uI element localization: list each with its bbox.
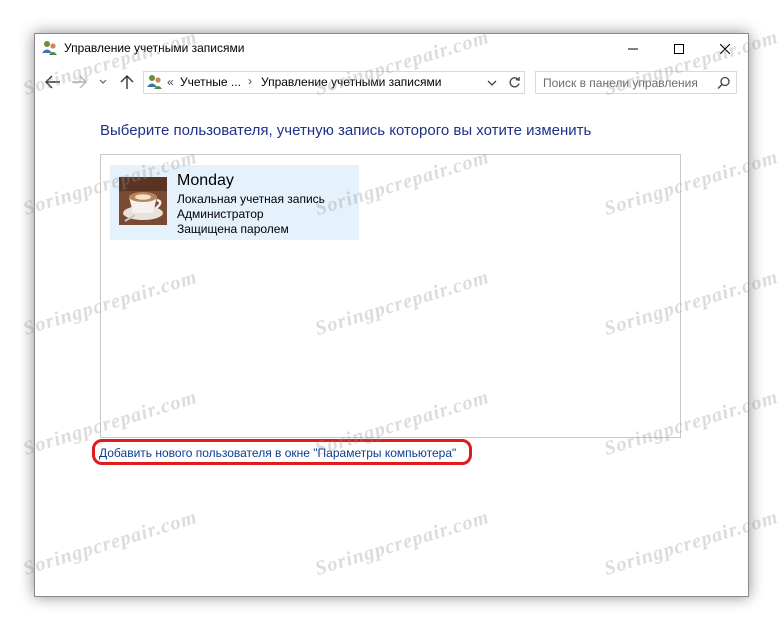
user-avatar [119, 177, 167, 225]
arrow-up-icon [120, 75, 134, 89]
user-account-type: Локальная учетная запись [177, 192, 325, 206]
arrow-right-icon [72, 75, 87, 89]
navigation-bar: « Учетные ... › Управление учетными запи… [35, 67, 748, 97]
breadcrumb-user-accounts[interactable]: Учетные ... [180, 75, 241, 89]
user-role: Администратор [177, 207, 264, 221]
user-accounts-icon [41, 40, 59, 56]
minimize-button[interactable] [610, 34, 656, 64]
address-dropdown-button[interactable] [485, 76, 499, 90]
breadcrumb-overflow[interactable]: « [167, 75, 174, 89]
close-button[interactable] [702, 34, 748, 64]
coffee-cup-picture [119, 177, 167, 225]
maximize-button[interactable] [656, 34, 702, 64]
recent-locations-button[interactable] [95, 71, 111, 93]
search-box [535, 71, 737, 94]
user-name: Monday [177, 172, 234, 189]
breadcrumb-manage-accounts[interactable]: Управление учетными записями [261, 75, 441, 89]
address-bar[interactable]: « Учетные ... › Управление учетными запи… [143, 71, 505, 94]
arrow-left-icon [45, 75, 60, 89]
control-panel-window: Управление учетными записями « Учетные .… [34, 33, 749, 597]
refresh-button[interactable] [504, 71, 525, 94]
chevron-down-icon [99, 79, 107, 84]
up-button[interactable] [115, 71, 139, 93]
window-title: Управление учетными записями [64, 41, 245, 55]
title-bar: Управление учетными записями [35, 34, 748, 64]
user-accounts-icon [146, 74, 164, 90]
minimize-icon [628, 48, 638, 50]
chevron-down-icon [487, 80, 497, 86]
search-icon[interactable] [717, 76, 731, 90]
page-heading: Выберите пользователя, учетную запись ко… [100, 122, 592, 139]
breadcrumb-separator[interactable]: › [248, 74, 252, 88]
back-button[interactable] [41, 71, 65, 93]
user-tile-monday[interactable]: Monday Локальная учетная запись Админист… [110, 165, 359, 240]
close-icon [720, 44, 730, 54]
search-input[interactable] [536, 72, 718, 93]
add-new-user-link[interactable]: Добавить нового пользователя в окне "Пар… [99, 446, 456, 460]
user-accounts-list: Monday Локальная учетная запись Админист… [100, 154, 681, 438]
refresh-icon [509, 76, 520, 88]
maximize-icon [674, 44, 684, 54]
forward-button[interactable] [67, 71, 91, 93]
user-password-status: Защищена паролем [177, 222, 289, 236]
